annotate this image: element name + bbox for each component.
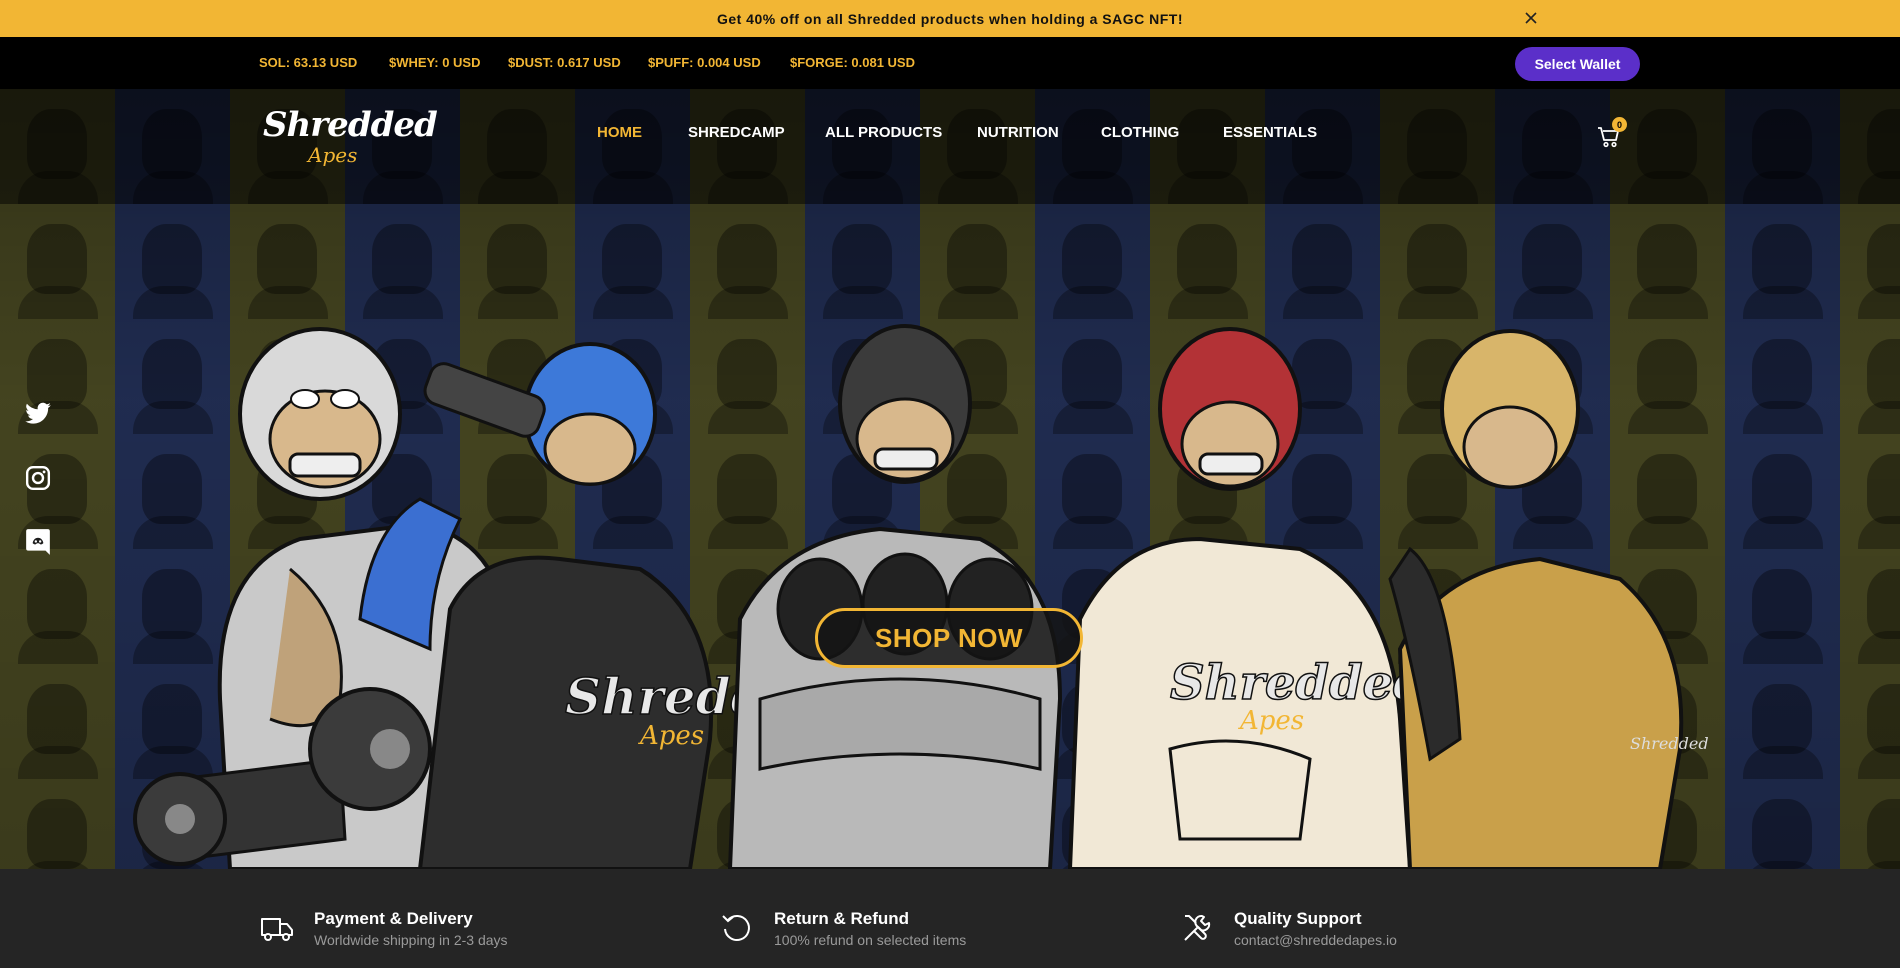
logo-main-text: Shredded — [263, 105, 438, 145]
discord-link[interactable] — [22, 526, 54, 558]
ape-gold-towel: Shredded — [1388, 329, 1709, 869]
tools-icon — [1184, 914, 1211, 941]
feature-subtitle: 100% refund on selected items — [774, 932, 967, 948]
sol-price: SOL: 63.13 USD — [259, 55, 358, 70]
site-logo[interactable]: Shredded Apes — [263, 101, 438, 167]
nav-all-products[interactable]: ALL PRODUCTS — [825, 124, 942, 141]
ape-center-grey — [727, 324, 1063, 869]
shirt-logo-sub: Apes — [638, 721, 704, 751]
forge-price: $FORGE: 0.081 USD — [790, 55, 915, 70]
towel-logo-text: Shredded — [1630, 734, 1709, 753]
feature-title: Payment & Delivery — [314, 909, 473, 928]
nav-home[interactable]: HOME — [597, 124, 642, 141]
promo-banner: Get 40% off on all Shredded products whe… — [0, 0, 1900, 37]
select-wallet-button[interactable]: Select Wallet — [1515, 47, 1640, 81]
puff-price: $PUFF: 0.004 USD — [648, 55, 761, 70]
shop-now-button[interactable]: SHOP NOW — [815, 608, 1083, 668]
main-navbar: Shredded Apes HOME SHREDCAMP ALL PRODUCT… — [0, 89, 1900, 204]
feature-title: Return & Refund — [774, 909, 910, 928]
hero-section: Shredded Apes HOME SHREDCAMP ALL PRODUCT… — [0, 89, 1900, 869]
discord-icon — [26, 529, 50, 555]
feature-payment-delivery: Payment & Delivery Worldwide shipping in… — [260, 909, 508, 948]
instagram-icon — [25, 465, 51, 491]
feature-subtitle: Worldwide shipping in 2-3 days — [314, 932, 508, 948]
instagram-link[interactable] — [22, 462, 54, 494]
dust-price: $DUST: 0.617 USD — [508, 55, 621, 70]
nav-clothing[interactable]: CLOTHING — [1101, 124, 1179, 141]
hoodie-logo-sub: Apes — [1238, 706, 1304, 736]
feature-title: Quality Support — [1234, 909, 1362, 928]
refresh-icon — [722, 915, 750, 941]
hoodie-logo-text: Shredded — [1170, 655, 1427, 711]
hero-apes-illustration: Shredded Apes Shredded Apes Shredded — [133, 324, 1709, 869]
nav-essentials[interactable]: ESSENTIALS — [1223, 124, 1317, 141]
whey-price: $WHEY: 0 USD — [389, 55, 481, 70]
close-icon[interactable] — [1522, 9, 1540, 27]
twitter-link[interactable] — [22, 398, 54, 430]
features-strip: Payment & Delivery Worldwide shipping in… — [0, 869, 1900, 968]
cart-count-badge: 0 — [1612, 117, 1627, 132]
feature-quality-support: Quality Support contact@shreddedapes.io — [1180, 909, 1397, 948]
truck-icon — [261, 918, 293, 941]
logo-sub-text: Apes — [308, 143, 358, 167]
nav-shredcamp[interactable]: SHREDCAMP — [688, 124, 785, 141]
feature-return-refund: Return & Refund 100% refund on selected … — [720, 909, 966, 948]
twitter-icon — [25, 402, 51, 424]
ape-red-hoodie: Shredded Apes — [1067, 327, 1427, 869]
promo-text: Get 40% off on all Shredded products whe… — [716, 10, 1184, 27]
cart-button[interactable]: 0 — [1597, 117, 1627, 151]
nav-nutrition[interactable]: NUTRITION — [977, 124, 1059, 141]
feature-subtitle: contact@shreddedapes.io — [1234, 932, 1397, 948]
